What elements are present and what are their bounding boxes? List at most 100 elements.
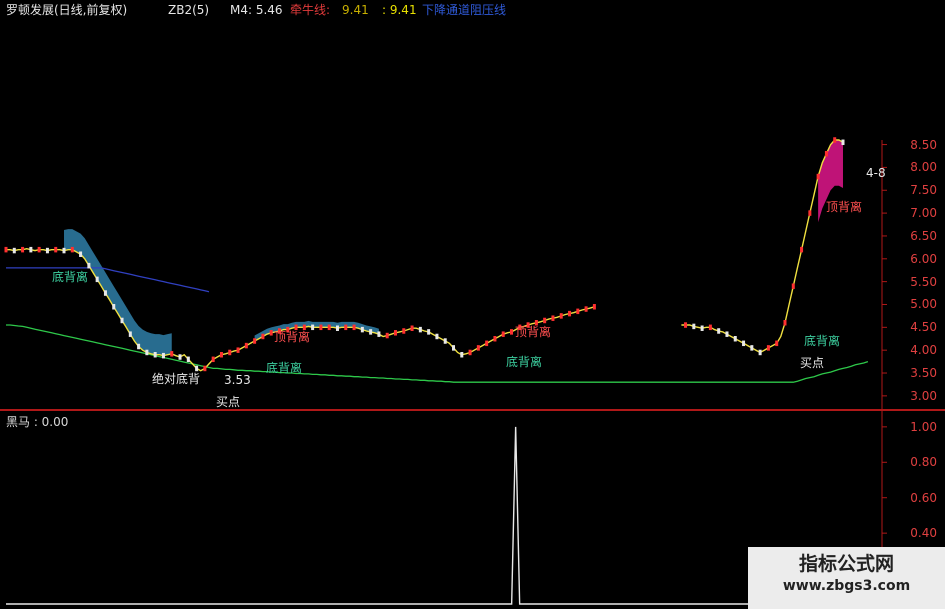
candle: [742, 340, 746, 347]
annotation-absolute-bottom: 绝对底背: [152, 372, 201, 386]
candle: [385, 332, 389, 339]
annotation-bottom-divergence-3: 底背离: [506, 355, 543, 369]
candle: [418, 326, 422, 333]
candle: [443, 338, 447, 344]
candle: [261, 333, 265, 340]
annotation-bottom-divergence-2: 底背离: [266, 361, 303, 375]
candle: [269, 330, 273, 336]
ma-value-2: : 9.41: [382, 3, 417, 17]
candle: [684, 322, 688, 328]
y-tick-label: 8.50: [910, 137, 937, 152]
candle: [427, 329, 431, 335]
candle: [37, 246, 41, 253]
candle: [195, 365, 199, 372]
candle: [211, 356, 215, 363]
candle: [244, 342, 248, 349]
candle: [485, 340, 489, 347]
chart-canvas: [0, 137, 945, 609]
candle: [460, 352, 464, 358]
candle: [733, 336, 737, 342]
candle: [45, 247, 49, 254]
candle: [344, 324, 348, 331]
candle: [219, 352, 223, 358]
candle: [393, 330, 397, 336]
candle: [377, 331, 381, 337]
annotation-top-divergence-3: 顶背离: [826, 200, 863, 214]
candle: [592, 304, 596, 310]
candle: [841, 139, 845, 146]
candle: [510, 329, 514, 335]
candle: [476, 345, 480, 351]
candle: [253, 338, 257, 344]
resistance-line-label: 下降通道阻压线: [422, 3, 507, 17]
y-tick-label: 6.50: [910, 228, 937, 243]
decline-band: [64, 229, 172, 356]
candle: [824, 150, 828, 157]
stock-title: 罗顿发展(日线,前复权): [6, 3, 128, 17]
candle: [62, 247, 66, 254]
candle: [369, 329, 373, 335]
ma-value-1: 9.41: [342, 3, 369, 17]
candle: [21, 246, 25, 253]
annotation-top-divergence-1: 顶背离: [274, 330, 311, 344]
candle: [352, 324, 356, 331]
candle: [360, 326, 364, 333]
y-tick-label: 7.50: [910, 183, 937, 198]
candle: [87, 262, 91, 269]
indicator-m4: M4: 5.46: [230, 3, 283, 17]
candle: [816, 173, 820, 180]
annotation-top-divergence-2: 顶背离: [515, 325, 552, 339]
sub-y-tick-label: 0.40: [910, 526, 937, 541]
y-tick-label: 5.50: [910, 274, 937, 289]
watermark-title: 指标公式网: [798, 553, 894, 575]
sub-y-tick-label: 0.60: [910, 490, 937, 505]
candle: [568, 310, 572, 317]
candle: [70, 246, 74, 253]
indicator-zb2: ZB2(5): [168, 3, 210, 17]
candle: [402, 328, 406, 334]
y-tick-label: 5.00: [910, 297, 937, 312]
ma-label: 牵牛线:: [290, 3, 331, 17]
candle: [112, 304, 116, 310]
candle: [766, 345, 770, 351]
candle: [833, 137, 837, 143]
chart-window: 罗顿发展(日线,前复权) ZB2(5) M4: 5.46 牵牛线: 9.41 :…: [0, 0, 945, 609]
candle: [700, 325, 704, 331]
candle: [79, 251, 83, 257]
annotation-buy-point-2: 买点: [800, 356, 825, 370]
candle: [584, 306, 588, 312]
y-tick-label: 3.50: [910, 366, 937, 381]
candle: [54, 246, 58, 253]
candle: [775, 340, 779, 347]
y-tick-label: 7.00: [910, 206, 937, 221]
candle: [236, 347, 240, 353]
candle: [137, 343, 141, 350]
candle: [145, 349, 149, 356]
sub-y-tick-label: 0.80: [910, 455, 937, 470]
candle: [559, 313, 563, 319]
candle: [319, 324, 323, 331]
candle: [170, 351, 174, 357]
candle: [493, 336, 497, 342]
candle: [153, 352, 157, 358]
candle: [120, 317, 124, 324]
candle: [335, 325, 339, 331]
candle: [576, 308, 580, 315]
candle: [725, 331, 729, 337]
candle: [543, 317, 547, 324]
candle: [501, 331, 505, 337]
y-tick-label: 4.50: [910, 320, 937, 335]
subchart-title: 黑马 : 0.00: [6, 415, 69, 429]
y-tick-label: 6.00: [910, 251, 937, 266]
sub-y-tick-label: 1.00: [910, 419, 937, 434]
candle: [692, 323, 696, 330]
candle: [203, 365, 207, 372]
candle: [128, 331, 132, 337]
candle: [228, 349, 232, 356]
candle: [551, 315, 555, 321]
candle: [4, 246, 8, 253]
annotation-bottom-divergence-4: 底背离: [804, 334, 841, 348]
y-tick-label: 3.00: [910, 388, 937, 403]
candle: [791, 283, 795, 289]
candle: [750, 345, 754, 351]
